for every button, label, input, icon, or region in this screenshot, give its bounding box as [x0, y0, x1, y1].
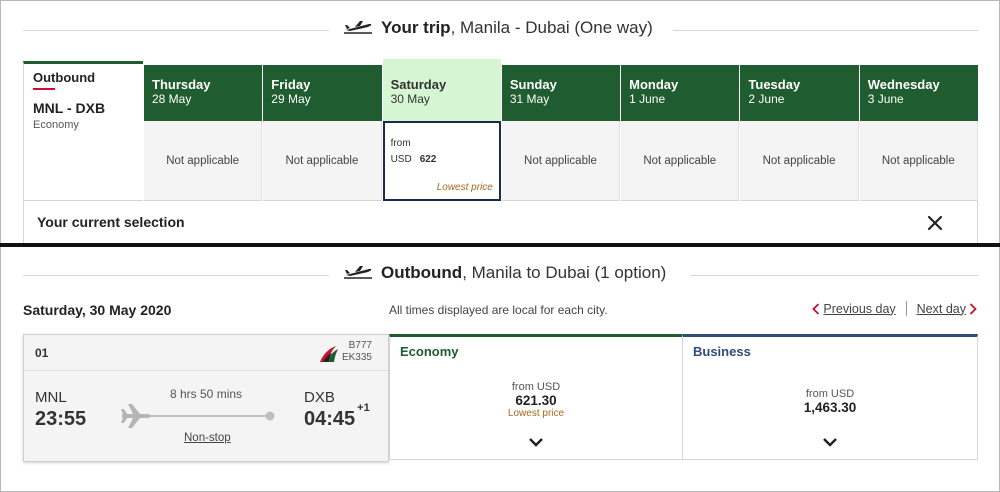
next-day-label: Next day	[916, 301, 966, 316]
date-selection-panel: Outbound MNL - DXB Economy Thursday 28 Ma…	[23, 59, 978, 243]
previous-day-link[interactable]: Previous day	[812, 301, 896, 316]
economy-title: Economy	[400, 344, 459, 359]
non-stop-link[interactable]: Non-stop	[184, 432, 231, 444]
day-name: Thursday	[152, 77, 211, 92]
outbound-summary-card[interactable]: Outbound MNL - DXB Economy	[23, 61, 143, 201]
business-title: Business	[693, 344, 751, 359]
day-status: Not applicable	[859, 121, 978, 201]
outbound-heading: Outbound , Manila to Dubai (1 option)	[343, 263, 666, 283]
economy-fare-option[interactable]: Economy from USD 621.30 Lowest price	[389, 334, 683, 460]
outbound-title-rest: , Manila to Dubai (1 option)	[462, 263, 667, 282]
day-date: 2 June	[748, 92, 785, 106]
day-offset: +1	[357, 402, 370, 415]
day-date: 29 May	[271, 92, 311, 106]
lowest-price-label: Lowest price	[436, 182, 493, 193]
selected-date-title: Saturday, 30 May 2020	[23, 302, 172, 318]
day-option-monday[interactable]: Monday 1 June Not applicable	[620, 65, 740, 201]
chevron-right-icon	[969, 302, 977, 315]
day-name: Tuesday	[748, 77, 801, 92]
day-picker: Thursday 28 May Not applicable Friday 29 M…	[143, 59, 978, 201]
chevron-down-icon[interactable]	[528, 437, 544, 447]
current-selection-title: Your current selection	[37, 214, 185, 230]
business-price-info: from USD 1,463.30	[683, 388, 977, 414]
day-name: Sunday	[509, 77, 557, 92]
day-option-thursday[interactable]: Thursday 28 May Not applicable	[143, 65, 263, 201]
flight-code: EK335	[341, 352, 372, 363]
from-label: from	[390, 138, 411, 149]
trip-title-rest: , Manila - Dubai (One way)	[450, 18, 653, 37]
chevron-down-icon[interactable]	[822, 437, 838, 447]
day-price-cell: from USD 622 Lowest price	[382, 121, 501, 201]
day-name: Monday	[629, 77, 679, 92]
price-currency: USD	[390, 154, 412, 165]
day-option-saturday-selected[interactable]: Saturday 30 May from USD 622 Lowest price	[381, 59, 501, 201]
heading-rule-left	[23, 30, 329, 31]
chevron-left-icon	[812, 302, 820, 315]
outbound-route: MNL - DXB	[33, 100, 106, 116]
heading-rule-right	[673, 30, 978, 31]
business-fare-option[interactable]: Business from USD 1,463.30	[683, 334, 978, 460]
day-name: Wednesday	[867, 77, 940, 92]
economy-price: 621.30	[515, 393, 557, 408]
day-name: Saturday	[390, 77, 447, 92]
nav-separator	[905, 301, 907, 316]
next-day-link[interactable]: Next day	[917, 302, 977, 316]
heading-rule-right	[690, 275, 978, 276]
day-date: 28 May	[152, 92, 192, 106]
day-option-sunday[interactable]: Sunday 31 May Not applicable	[500, 65, 621, 201]
arrival-time: 04:45 +1	[304, 402, 370, 431]
day-option-friday[interactable]: Friday 29 May Not applicable	[262, 65, 382, 201]
current-selection-bar: Your current selection	[23, 201, 978, 243]
plane-icon	[121, 404, 151, 428]
day-status: Not applicable	[501, 121, 621, 201]
arrival-time-value: 04:45	[304, 408, 356, 430]
outbound-title-bold: Outbound	[381, 263, 463, 282]
outbound-cabin: Economy	[33, 119, 79, 131]
trip-heading: Your trip , Manila - Dubai (One way)	[343, 18, 653, 38]
economy-price-info: from USD 621.30 Lowest price	[390, 381, 682, 420]
trip-title-bold: Your trip	[381, 18, 451, 37]
emirates-logo-icon	[320, 346, 338, 362]
heading-rule-left	[23, 275, 329, 276]
day-option-tuesday[interactable]: Tuesday 2 June Not applicable	[739, 65, 859, 201]
local-times-note: All times displayed are local for each c…	[389, 303, 608, 317]
day-status: Not applicable	[740, 121, 859, 201]
plane-takeoff-icon	[344, 21, 372, 34]
day-option-wednesday[interactable]: Wednesday 3 June Not applicable	[858, 65, 978, 201]
outbound-underline	[33, 88, 55, 90]
flight-duration: 8 hrs 50 mins	[170, 387, 243, 401]
day-status: Not applicable	[621, 121, 740, 201]
section-divider	[0, 243, 1000, 247]
close-icon[interactable]	[927, 215, 943, 231]
trip-heading-row: Your trip , Manila - Dubai (One way)	[23, 18, 978, 42]
outbound-label: Outbound	[33, 70, 96, 85]
day-date: 1 June	[629, 92, 666, 106]
business-price: 1,463.30	[803, 400, 857, 415]
day-status: Not applicable	[263, 121, 382, 201]
day-navigation: Previous day Next day	[812, 301, 977, 316]
previous-day-label: Previous day	[823, 301, 896, 316]
price-amount: 622	[419, 154, 437, 165]
day-price: USD 622	[391, 154, 437, 165]
aircraft-type: B777	[348, 340, 372, 351]
day-status: Not applicable	[144, 121, 263, 201]
day-date: 31 May	[509, 92, 550, 106]
plane-takeoff-icon	[344, 266, 372, 279]
destination-airport: DXB	[304, 389, 335, 406]
aircraft-info: B777 EK335	[342, 340, 372, 364]
outbound-heading-row: Outbound , Manila to Dubai (1 option)	[23, 263, 978, 287]
day-name: Friday	[271, 77, 311, 92]
departure-time: 23:55	[35, 408, 87, 430]
flight-option-number: 01	[35, 346, 49, 360]
economy-lowest-price: Lowest price	[507, 408, 565, 419]
origin-airport: MNL	[35, 389, 67, 406]
day-date: 3 June	[867, 92, 904, 106]
day-date: 30 May	[390, 92, 430, 106]
route-line	[121, 404, 275, 428]
flight-option-card[interactable]: 01 B777 EK335 MNL 23:55 8 hrs 50 mins No…	[23, 334, 389, 462]
